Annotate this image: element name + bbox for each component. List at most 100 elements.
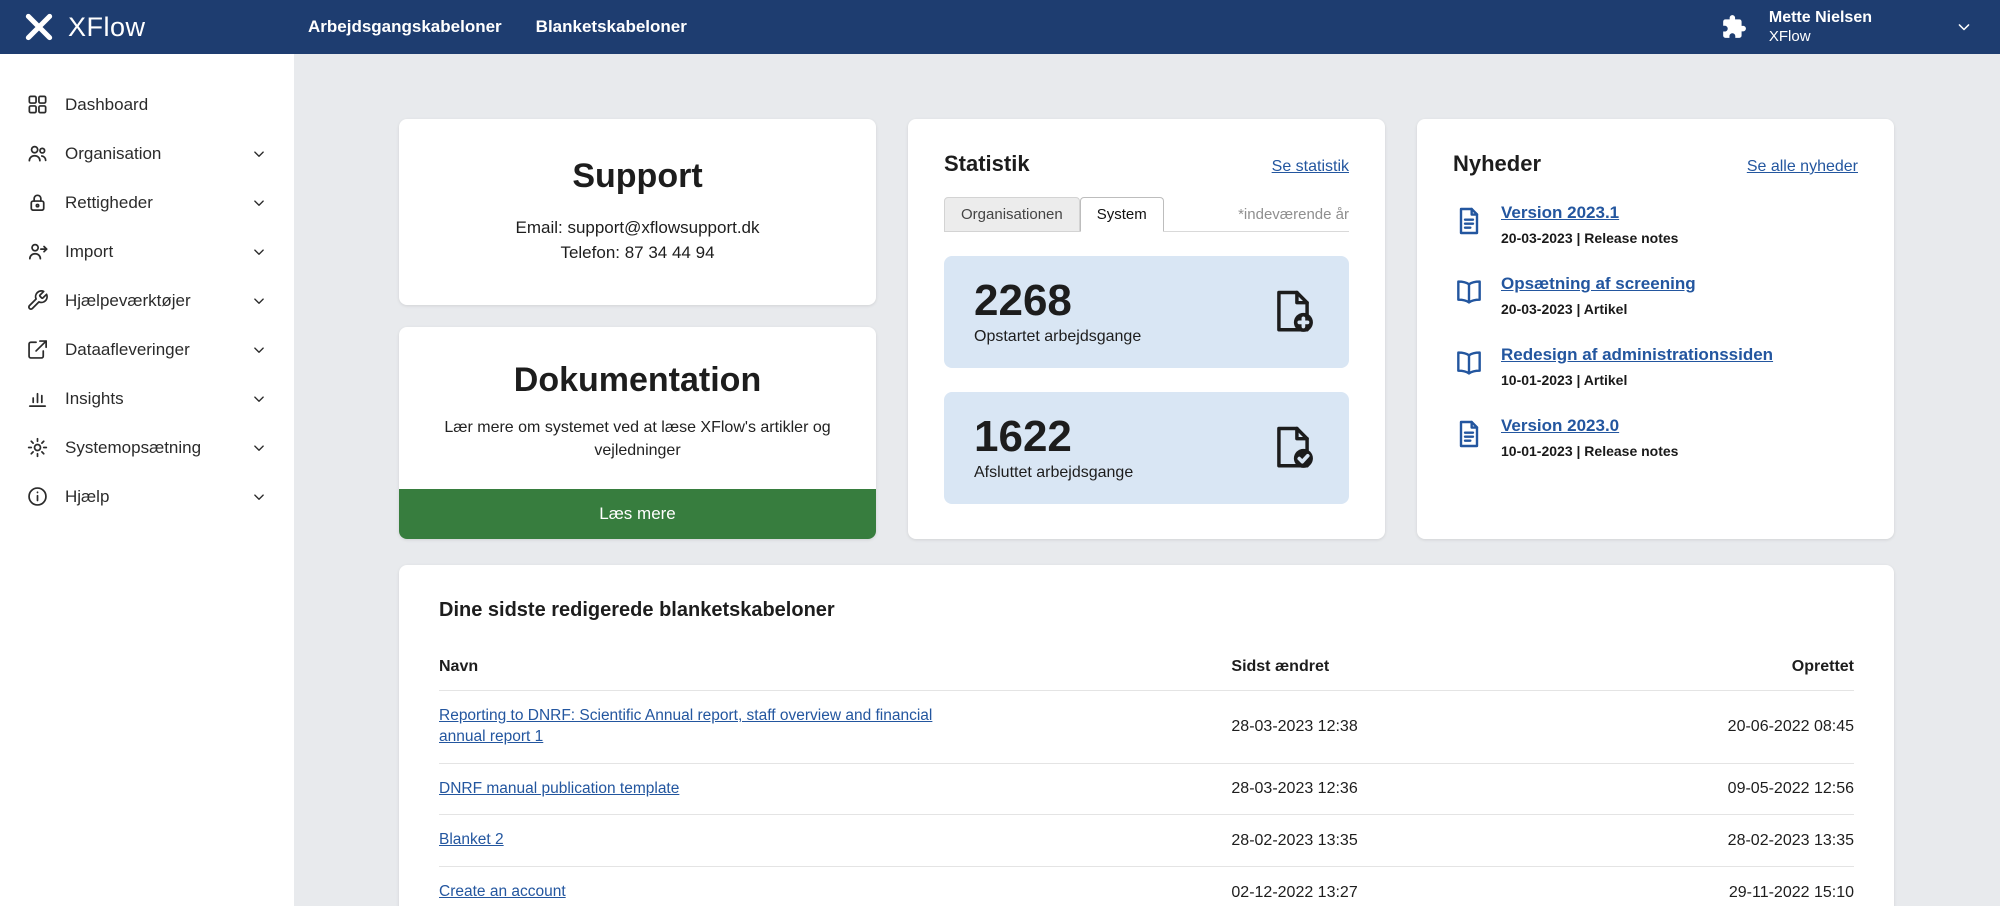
news-list: Version 2023.1 20-03-2023 | Release note…: [1453, 203, 1858, 459]
read-more-button[interactable]: Læs mere: [399, 488, 876, 539]
statistics-tabs: Organisationen System: [944, 197, 1164, 232]
sidebar: Dashboard Organisation Rettigheder Impor…: [0, 54, 294, 906]
template-modified: 28-03-2023 12:36: [1231, 762, 1586, 815]
see-statistics-link[interactable]: Se statistik: [1272, 158, 1349, 176]
news-title: Nyheder: [1453, 151, 1542, 176]
user-menu[interactable]: Mette Nielsen XFlow: [1769, 8, 1872, 45]
statistics-tab[interactable]: System: [1079, 197, 1164, 232]
brand[interactable]: XFlow: [0, 10, 294, 44]
recent-templates-card: Dine sidste redigerede blanketskabeloner…: [399, 564, 1894, 906]
template-link[interactable]: Create an account: [439, 882, 566, 903]
support-card: Support Email: support@xflowsupport.dk T…: [399, 119, 876, 306]
statistics-tab[interactable]: Organisationen: [944, 197, 1080, 232]
article-icon: [1453, 276, 1485, 308]
sidebar-item-label: Dashboard: [65, 94, 149, 114]
sidebar-item-label: Dataafleveringer: [65, 339, 190, 359]
stat-label: Afsluttet arbejdsgange: [974, 464, 1134, 482]
chevron-down-icon: [250, 488, 268, 506]
import-icon: [26, 240, 49, 263]
user-org: XFlow: [1768, 27, 1811, 45]
chevron-down-icon: [250, 145, 268, 163]
statistics-boxes: 2268 Opstartet arbejdsgange 1622 Afslutt…: [944, 256, 1349, 505]
sidebar-item-label: Hjælp: [65, 486, 110, 506]
main-content: Support Email: support@xflowsupport.dk T…: [294, 54, 2000, 906]
template-modified: 02-12-2022 13:27: [1231, 866, 1586, 906]
documentation-card: Dokumentation Lær mere om systemet ved a…: [399, 327, 876, 539]
sidebar-item-label: Organisation: [65, 143, 162, 163]
stat-box: 1622 Afsluttet arbejdsgange: [944, 392, 1349, 505]
sidebar-item-label: Systemopsætning: [65, 437, 202, 457]
organisation-icon: [26, 142, 49, 165]
news-item-meta: 10-01-2023 | Release notes: [1501, 443, 1679, 459]
documentation-title: Dokumentation: [513, 361, 762, 400]
table-row: DNRF manual publication template 28-03-2…: [439, 762, 1854, 815]
column-header-sidst-aendret: Sidst ændret: [1231, 657, 1330, 675]
brand-name: XFlow: [68, 11, 146, 42]
template-modified: 28-03-2023 12:38: [1231, 689, 1586, 763]
template-created: 28-02-2023 13:35: [1585, 814, 1854, 867]
news-item-link[interactable]: Version 2023.1: [1501, 203, 1619, 223]
chevron-down-icon: [250, 341, 268, 359]
news-item-link[interactable]: Version 2023.0: [1501, 416, 1619, 436]
news-item-link[interactable]: Redesign af administrationssiden: [1501, 345, 1773, 365]
stat-value: 2268: [974, 276, 1072, 325]
statistics-note: *indeværende år: [1238, 206, 1349, 223]
news-item: Redesign af administrationssiden 10-01-2…: [1453, 345, 1858, 388]
sidebar-item-label: Rettigheder: [65, 192, 153, 212]
documentation-body: Lær mere om systemet ved at læse XFlow's…: [444, 419, 831, 460]
sidebar-item-rettigheder[interactable]: Rettigheder: [0, 178, 294, 227]
news-item-meta: 20-03-2023 | Artikel: [1501, 301, 1628, 317]
nav-blanketskabeloner[interactable]: Blanketskabeloner: [536, 17, 687, 37]
template-link[interactable]: Reporting to DNRF: Scientific Annual rep…: [439, 706, 939, 748]
chevron-down-icon: [250, 194, 268, 212]
table-row: Reporting to DNRF: Scientific Annual rep…: [439, 689, 1854, 763]
xflow-logo-icon: [22, 10, 56, 44]
document-add-icon: [1267, 286, 1319, 338]
support-title: Support: [572, 157, 703, 195]
news-item: Version 2023.0 10-01-2023 | Release note…: [1453, 416, 1858, 459]
recent-templates-title: Dine sidste redigerede blanketskabeloner: [439, 598, 835, 621]
sidebar-item-systemopsaetning[interactable]: Systemopsætning: [0, 423, 294, 472]
template-created: 20-06-2022 08:45: [1585, 689, 1854, 763]
nav-arbejdsgangskabeloner[interactable]: Arbejdsgangskabeloner: [308, 17, 502, 37]
sidebar-item-dataafleveringer[interactable]: Dataafleveringer: [0, 325, 294, 374]
chevron-down-icon: [250, 439, 268, 457]
template-link[interactable]: DNRF manual publication template: [439, 779, 679, 800]
release-notes-icon: [1453, 418, 1485, 450]
user-name: Mette Nielsen: [1768, 9, 1872, 27]
column-header-oprettet: Oprettet: [1791, 657, 1854, 675]
tools-icon: [26, 289, 49, 312]
support-phone: Telefon: 87 34 44 94: [560, 242, 715, 262]
news-item-link[interactable]: Opsætning af screening: [1501, 274, 1696, 294]
sidebar-item-label: Import: [65, 241, 114, 261]
info-icon: [26, 485, 49, 508]
sidebar-item-dashboard[interactable]: Dashboard: [0, 80, 294, 129]
template-modified: 28-02-2023 13:35: [1231, 814, 1586, 867]
lock-icon: [26, 191, 49, 214]
export-icon: [26, 338, 49, 361]
sidebar-item-label: Insights: [65, 388, 124, 408]
sidebar-item-hjaelpevaerktoejer[interactable]: Hjælpeværktøjer: [0, 276, 294, 325]
support-email: Email: support@xflowsupport.dk: [515, 218, 760, 237]
apps-puzzle-icon[interactable]: [1721, 14, 1747, 40]
sidebar-item-hjaelp[interactable]: Hjælp: [0, 472, 294, 521]
template-link[interactable]: Blanket 2: [439, 830, 504, 851]
topbar-right: Mette Nielsen XFlow: [1721, 8, 2000, 45]
article-icon: [1453, 347, 1485, 379]
chevron-down-icon: [250, 292, 268, 310]
statistics-title: Statistik: [944, 151, 1030, 176]
template-created: 29-11-2022 15:10: [1585, 866, 1854, 906]
sidebar-item-insights[interactable]: Insights: [0, 374, 294, 423]
table-row: Blanket 2 28-02-2023 13:35 28-02-2023 13…: [439, 814, 1854, 867]
news-item-meta: 20-03-2023 | Release notes: [1501, 230, 1679, 246]
dashboard-icon: [26, 93, 49, 116]
chevron-down-icon[interactable]: [1954, 17, 1974, 37]
sidebar-item-import[interactable]: Import: [0, 227, 294, 276]
news-item-meta: 10-01-2023 | Artikel: [1501, 372, 1628, 388]
document-check-icon: [1267, 422, 1319, 474]
see-all-news-link[interactable]: Se alle nyheder: [1747, 158, 1858, 176]
templates-table: Navn Sidst ændret Oprettet Reporting to …: [439, 648, 1854, 906]
news-card: Nyheder Se alle nyheder Version 2023.1 2…: [1417, 119, 1894, 539]
sidebar-item-organisation[interactable]: Organisation: [0, 129, 294, 178]
gear-icon: [26, 436, 49, 459]
